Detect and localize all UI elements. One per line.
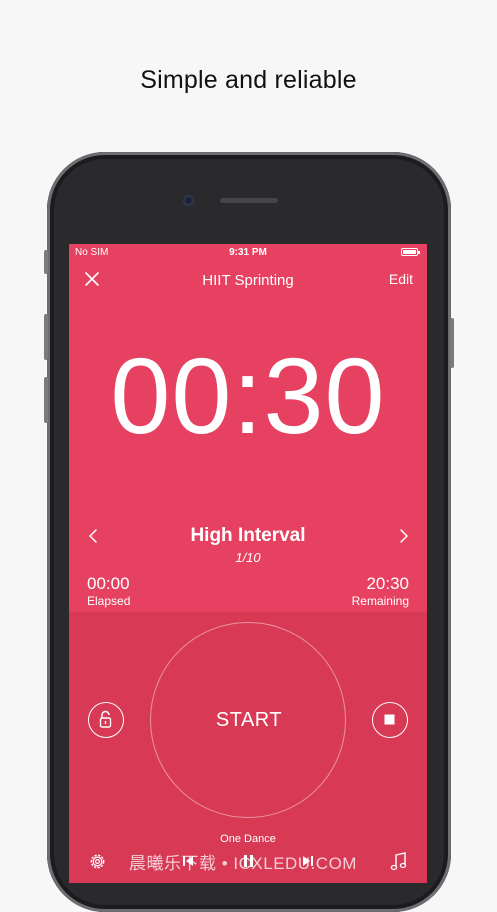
gear-icon: [90, 854, 105, 869]
timer-display: 00:30: [110, 335, 386, 456]
remaining-label: Remaining: [351, 594, 409, 608]
chevron-right-icon: [400, 529, 408, 543]
stop-icon: [384, 714, 395, 725]
workout-title: HIIT Sprinting: [202, 272, 294, 289]
volume-up-button: [44, 314, 48, 360]
song-title: One Dance: [220, 833, 276, 845]
next-interval-button[interactable]: [397, 527, 411, 545]
elapsed-label: Elapsed: [87, 594, 131, 608]
headline: Simple and reliable: [140, 66, 357, 94]
elapsed-value: 00:00: [87, 574, 130, 593]
watermark-text: 晨曦乐下载 • ICXLEDU.COM: [129, 854, 357, 873]
remaining-value: 20:30: [366, 574, 409, 593]
status-time: 9:31 PM: [229, 247, 267, 258]
mute-switch: [44, 250, 48, 274]
edit-button[interactable]: Edit: [389, 271, 413, 287]
battery-icon: [401, 248, 420, 256]
power-button: [450, 318, 454, 368]
volume-down-button: [44, 377, 48, 423]
app-screen: No SIM 9:31 PM HIIT Sprinting Edit 00:30…: [69, 244, 427, 883]
front-camera: [183, 195, 194, 206]
lock-button[interactable]: [88, 702, 124, 738]
earpiece-speaker: [220, 198, 278, 203]
music-button[interactable]: [390, 851, 408, 877]
lock-icon: [99, 710, 112, 728]
music-note-icon: [390, 852, 407, 871]
settings-button[interactable]: [87, 851, 108, 877]
interval-count: 1/10: [235, 550, 261, 565]
start-label: START: [215, 709, 283, 731]
interval-name: High Interval: [190, 525, 306, 546]
status-bar: No SIM 9:31 PM: [69, 244, 427, 262]
stop-button[interactable]: [372, 702, 408, 738]
start-button[interactable]: START: [150, 622, 346, 818]
